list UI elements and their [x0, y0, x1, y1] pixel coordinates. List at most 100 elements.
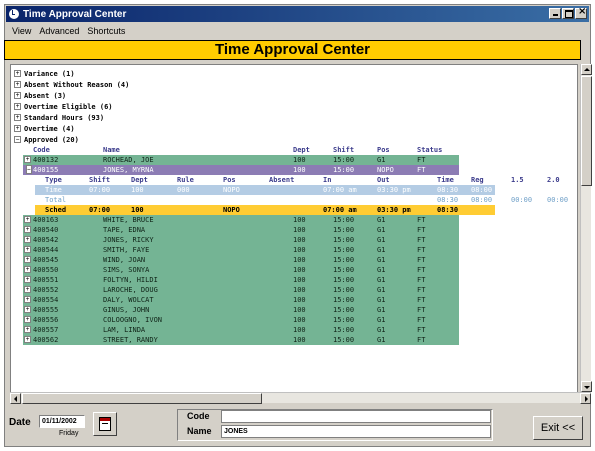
- expand-icon[interactable]: +: [14, 114, 21, 121]
- code-field[interactable]: [221, 410, 491, 423]
- cell-out: 03:30 pm: [377, 186, 411, 194]
- date-field[interactable]: 01/11/2002: [39, 415, 85, 428]
- category-row[interactable]: + Overtime Eligible (6): [11, 101, 113, 112]
- horizontal-scrollbar[interactable]: [10, 392, 591, 404]
- table-row[interactable]: +400163 WHITE, BRUCE 100 15:00 G1 FT: [23, 215, 459, 225]
- detail-header-rule: Rule: [177, 176, 194, 184]
- table-row[interactable]: +400556 COLOOGNO, IVON 100 15:00 G1 FT: [23, 315, 459, 325]
- horizontal-scroll-thumb[interactable]: [22, 393, 262, 404]
- expand-icon[interactable]: +: [24, 336, 31, 343]
- expand-icon[interactable]: −: [14, 136, 21, 143]
- cell-status: FT: [417, 226, 426, 234]
- expand-icon[interactable]: +: [24, 256, 31, 263]
- schedule-row[interactable]: Sched 07:00 100 NOPO 07:00 am 03:30 pm 08:30: [35, 205, 495, 215]
- cell-name: COLOOGNO, IVON: [103, 316, 163, 324]
- vertical-scroll-thumb[interactable]: [581, 76, 592, 186]
- expand-icon[interactable]: +: [14, 125, 21, 132]
- expand-icon[interactable]: +: [24, 156, 31, 163]
- table-row[interactable]: +400550 SIMS, SONYA 100 15:00 G1 FT: [23, 265, 459, 275]
- expand-icon[interactable]: −: [26, 165, 32, 174]
- cell-shift: 15:00: [333, 156, 355, 164]
- vertical-scrollbar[interactable]: [580, 64, 592, 392]
- table-row[interactable]: +400542 JONES, RICKY 100 15:00 G1 FT: [23, 235, 459, 245]
- cell-code: 400555: [33, 306, 59, 314]
- expand-icon[interactable]: +: [24, 316, 31, 323]
- cell-code: 400542: [33, 236, 59, 244]
- cell-name: GINUS, JOHN: [103, 306, 150, 314]
- cell-code: 400550: [33, 266, 59, 274]
- expand-icon[interactable]: +: [14, 103, 21, 110]
- cell-code: 400545: [33, 256, 59, 264]
- scroll-right-icon[interactable]: [580, 393, 591, 404]
- category-row[interactable]: + Overtime (4): [11, 123, 75, 134]
- cell-pos: G1: [377, 326, 386, 334]
- expand-icon[interactable]: +: [14, 92, 21, 99]
- expand-icon[interactable]: +: [24, 246, 31, 253]
- cell-shift: 15:00: [333, 336, 355, 344]
- title-bar[interactable]: Time Approval Center: [6, 6, 589, 22]
- column-header-pos[interactable]: Pos: [377, 145, 390, 155]
- cell-code: 400132: [33, 156, 59, 164]
- expand-icon[interactable]: +: [14, 70, 21, 77]
- cell-shift: 15:00: [333, 226, 355, 234]
- cell-name: ROCHEAD, JOE: [103, 156, 154, 164]
- maximize-icon[interactable]: [562, 8, 574, 19]
- scroll-up-icon[interactable]: [581, 64, 592, 75]
- category-row[interactable]: + Standard Hours (93): [11, 112, 104, 123]
- scroll-down-icon[interactable]: [581, 381, 592, 392]
- cell-shift: 15:00: [333, 236, 355, 244]
- close-icon[interactable]: [575, 6, 587, 19]
- time-row[interactable]: Time 07:00 100 000 NOPO 07:00 am 03:30 pm 08:30…: [35, 185, 495, 195]
- table-row[interactable]: +400552 LAROCHE, DOUG 100 15:00 G1 FT: [23, 285, 459, 295]
- column-header-shift[interactable]: Shift: [333, 145, 354, 155]
- table-row[interactable]: +400544 SMITH, FAYE 100 15:00 G1 FT: [23, 245, 459, 255]
- category-row[interactable]: + Variance (1): [11, 68, 75, 79]
- expand-icon[interactable]: +: [24, 276, 31, 283]
- expand-icon[interactable]: +: [14, 81, 21, 88]
- table-row[interactable]: +400540 TAPE, EDNA 100 15:00 G1 FT: [23, 225, 459, 235]
- column-header-code[interactable]: Code: [33, 145, 50, 155]
- expand-icon[interactable]: +: [24, 226, 31, 233]
- cell-reg: 08:00: [471, 196, 493, 204]
- table-row[interactable]: −400155 JONES, MYRNA 100 15:00 NOPO FT: [23, 165, 459, 175]
- cell-dept: 100: [293, 156, 306, 164]
- table-row[interactable]: +400551 FOLTYN, HILDI 100 15:00 G1 FT: [23, 275, 459, 285]
- cell-code: 400544: [33, 246, 59, 254]
- calendar-button[interactable]: [93, 412, 117, 436]
- table-row[interactable]: +400555 GINUS, JOHN 100 15:00 G1 FT: [23, 305, 459, 315]
- column-header-dept[interactable]: Dept: [293, 145, 310, 155]
- expand-icon[interactable]: +: [24, 266, 31, 273]
- expand-icon[interactable]: +: [24, 216, 31, 223]
- cell-pos: G1: [377, 336, 386, 344]
- cell-name: SMITH, FAYE: [103, 246, 150, 254]
- expand-icon[interactable]: +: [24, 326, 31, 333]
- table-row[interactable]: +400554 DALY, WOLCAT 100 15:00 G1 FT: [23, 295, 459, 305]
- name-field[interactable]: JONES: [221, 425, 491, 438]
- category-row[interactable]: + Absent Without Reason (4): [11, 79, 129, 90]
- cell-dept: 100: [293, 296, 306, 304]
- category-label: Overtime Eligible (6): [24, 102, 113, 111]
- table-row[interactable]: +400557 LAM, LINDA 100 15:00 G1 FT: [23, 325, 459, 335]
- menu-advanced[interactable]: Advanced: [39, 26, 79, 36]
- table-row[interactable]: +400545 WIND, JOAN 100 15:00 G1 FT: [23, 255, 459, 265]
- column-header-status[interactable]: Status: [417, 145, 442, 155]
- category-row[interactable]: − Approved (20): [11, 134, 79, 145]
- total-row[interactable]: Total 08:30 08:00 00:00 00:00: [35, 195, 577, 205]
- cell-status: FT: [417, 276, 426, 284]
- menu-shortcuts[interactable]: Shortcuts: [87, 26, 125, 36]
- menu-view[interactable]: View: [12, 26, 31, 36]
- expand-icon[interactable]: +: [24, 296, 31, 303]
- cell-name: SIMS, SONYA: [103, 266, 150, 274]
- cell-dept: 100: [293, 326, 306, 334]
- minimize-icon[interactable]: [549, 8, 561, 19]
- scroll-left-icon[interactable]: [10, 393, 21, 404]
- expand-icon[interactable]: +: [24, 286, 31, 293]
- table-row[interactable]: +400132 ROCHEAD, JOE 100 15:00 G1 FT: [23, 155, 459, 165]
- cell-ot15: 00:00: [511, 196, 533, 204]
- column-header-name[interactable]: Name: [103, 145, 120, 155]
- expand-icon[interactable]: +: [24, 306, 31, 313]
- table-row[interactable]: +400562 STREET, RANDY 100 15:00 G1 FT: [23, 335, 459, 345]
- category-row[interactable]: + Absent (3): [11, 90, 66, 101]
- expand-icon[interactable]: +: [24, 236, 31, 243]
- exit-button[interactable]: Exit <<: [533, 416, 583, 440]
